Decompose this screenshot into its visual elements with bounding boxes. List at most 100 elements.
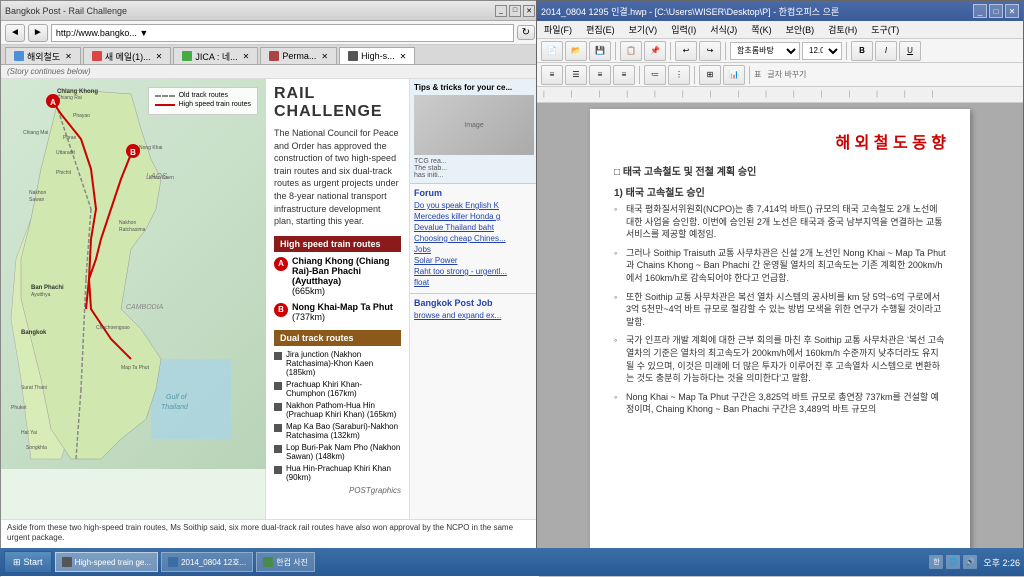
menu-security[interactable]: 보안(B) <box>783 22 818 37</box>
map-legend: Old track routes High speed train routes <box>148 87 258 115</box>
legend-high-speed: High speed train routes <box>155 101 251 108</box>
toolbar-save[interactable]: 💾 <box>589 41 611 61</box>
job-section: Bangkok Post Job browse and expand ex... <box>410 294 539 324</box>
svg-text:Chiang Rai: Chiang Rai <box>57 95 82 101</box>
word-ruler: | | | | | | | | | | | | | | | <box>537 87 1023 103</box>
high-speed-header: High speed train routes <box>274 236 401 252</box>
svg-text:Thailand: Thailand <box>161 404 189 411</box>
svg-text:Gulf of: Gulf of <box>166 394 188 401</box>
toolbar-align-left[interactable]: ≡ <box>541 65 563 85</box>
dual-routes-list: Jira junction (Nakhon Ratchasima)-Khon K… <box>274 350 401 482</box>
forum-item-6[interactable]: Raht too strong - urgentl... <box>414 267 535 276</box>
tab-perma[interactable]: Perma... ✕ <box>260 47 337 64</box>
forum-item-0[interactable]: Do you speak English K <box>414 201 535 210</box>
job-text[interactable]: browse and expand ex... <box>414 311 535 320</box>
toolbar-open[interactable]: 📂 <box>565 41 587 61</box>
tab-jica[interactable]: JICA : 네... ✕ <box>173 47 258 64</box>
tab-close-1[interactable]: ✕ <box>65 52 72 61</box>
word-maximize-button[interactable]: □ <box>989 4 1003 18</box>
tab-mail[interactable]: 새 메일(1)... ✕ <box>83 47 172 64</box>
svg-text:Phrae: Phrae <box>63 135 77 141</box>
toolbar-table[interactable]: ⊞ <box>699 65 721 85</box>
browser-content: (Story continues below) Gulf of Thailand <box>1 65 539 577</box>
tab-close-2[interactable]: ✕ <box>156 52 163 61</box>
menu-tools[interactable]: 도구(T) <box>868 22 902 37</box>
minimize-button[interactable]: _ <box>495 5 507 17</box>
sep6 <box>694 66 695 84</box>
toolbar-underline[interactable]: U <box>899 41 921 61</box>
taskbar-label-word: 2014_0804 12호... <box>181 557 246 568</box>
word-menubar: 파일(F) 편집(E) 보기(V) 입력(I) 서식(J) 쪽(K) 보안(B)… <box>537 21 1023 39</box>
route-a-item: A Chiang Khong (Chiang Rai)-Ban Phachi (… <box>274 256 401 296</box>
toolbar-align-center[interactable]: ☰ <box>565 65 587 85</box>
tab-close-5[interactable]: ✕ <box>400 52 407 61</box>
sep2 <box>670 42 671 60</box>
job-title: Bangkok Post Job <box>414 298 535 308</box>
toolbar-num-list[interactable]: ⋮ <box>668 65 690 85</box>
toolbar-align-right[interactable]: ≡ <box>589 65 611 85</box>
tab-close-4[interactable]: ✕ <box>321 52 328 61</box>
tab-favicon-2 <box>92 51 102 61</box>
dual-route-text-5: Hua Hin-Prachuap Khiri Khan (90km) <box>286 464 401 482</box>
forward-button[interactable]: ► <box>28 24 48 42</box>
story-continues: (Story continues below) <box>1 65 539 79</box>
forum-item-2[interactable]: Devalue Thailand baht <box>414 223 535 232</box>
forum-item-4[interactable]: Jobs <box>414 245 535 254</box>
tray-keyboard-icon[interactable]: 한 <box>929 555 943 569</box>
toolbar-bullet-list[interactable]: ≔ <box>644 65 666 85</box>
route-a-distance: (665km) <box>292 286 325 296</box>
tab-label-1: 해외철도 <box>27 50 60 63</box>
address-bar[interactable] <box>51 24 514 42</box>
menu-insert[interactable]: 입력(I) <box>668 22 699 37</box>
taskbar-item-browser[interactable]: High-speed train ge... <box>55 552 159 572</box>
toolbar-chart[interactable]: 📊 <box>723 65 745 85</box>
tab-highspeed[interactable]: High-s... ✕ <box>339 47 415 64</box>
taskbar-item-word[interactable]: 2014_0804 12호... <box>161 552 253 572</box>
back-button[interactable]: ◄ <box>5 24 25 42</box>
menu-file[interactable]: 파일(F) <box>541 22 575 37</box>
toolbar-bold[interactable]: B <box>851 41 873 61</box>
menu-review[interactable]: 검토(H) <box>825 22 860 37</box>
dual-route-text-0: Jira junction (Nakhon Ratchasima)-Khon K… <box>286 350 401 377</box>
menu-edit[interactable]: 편집(E) <box>583 22 618 37</box>
toolbar-copy[interactable]: 📋 <box>620 41 642 61</box>
toolbar-italic[interactable]: I <box>875 41 897 61</box>
word-close-button[interactable]: ✕ <box>1005 4 1019 18</box>
toolbar-align-justify[interactable]: ≡ <box>613 65 635 85</box>
refresh-button[interactable]: ↻ <box>517 25 535 40</box>
route-a-circle: A <box>274 257 288 271</box>
menu-page[interactable]: 쪽(K) <box>748 22 774 37</box>
taskbar-favicon-word <box>168 557 178 567</box>
forum-item-3[interactable]: Choosing cheap Chines... <box>414 234 535 243</box>
tray-network-icon[interactable]: 🌐 <box>946 555 960 569</box>
menu-view[interactable]: 보기(V) <box>626 22 661 37</box>
maximize-button[interactable]: □ <box>509 5 521 17</box>
toolbar-undo[interactable]: ↩ <box>675 41 697 61</box>
tab-close-3[interactable]: ✕ <box>243 52 250 61</box>
toolbar-redo[interactable]: ↪ <box>699 41 721 61</box>
doc-subsection1: 1) 태국 고속철도 승인 <box>614 184 946 199</box>
taskbar-item-photo[interactable]: 한컵 사진 <box>256 552 315 572</box>
tray-volume-icon[interactable]: 🔊 <box>963 555 977 569</box>
toolbar-new[interactable]: 📄 <box>541 41 563 61</box>
forum-item-1[interactable]: Mercedes killer Honda g <box>414 212 535 221</box>
doc-bullet2: 그러나 Soithip Traisuth 교통 사무차관은 신설 2개 노선인 … <box>614 247 946 285</box>
tab-haeoecheoldo[interactable]: 해외철도 ✕ <box>5 47 81 64</box>
forum-item-7[interactable]: float <box>414 278 535 287</box>
toolbar-paste[interactable]: 📌 <box>644 41 666 61</box>
route-b-item: B Nong Khai-Map Ta Phut (737km) <box>274 302 401 322</box>
start-button[interactable]: ⊞ Start <box>4 551 52 573</box>
forum-item-5[interactable]: Solar Power <box>414 256 535 265</box>
font-family-dropdown[interactable]: 함초롬바탕 <box>730 42 800 60</box>
svg-text:A: A <box>50 98 56 107</box>
sep7 <box>749 66 750 84</box>
close-button[interactable]: ✕ <box>523 5 535 17</box>
route-b-circle: B <box>274 303 288 317</box>
word-title: 2014_0804 1295 인결.hwp - [C:\Users\WISER\… <box>541 5 839 18</box>
dual-route-5: Hua Hin-Prachuap Khiri Khan (90km) <box>274 464 401 482</box>
menu-format[interactable]: 서식(J) <box>707 22 740 37</box>
font-size-dropdown[interactable]: 12.0 <box>802 42 842 60</box>
svg-text:Phayao: Phayao <box>73 113 90 119</box>
word-minimize-button[interactable]: _ <box>973 4 987 18</box>
tips-box: Tips & tricks for your ce... Image TCG r… <box>410 79 539 184</box>
